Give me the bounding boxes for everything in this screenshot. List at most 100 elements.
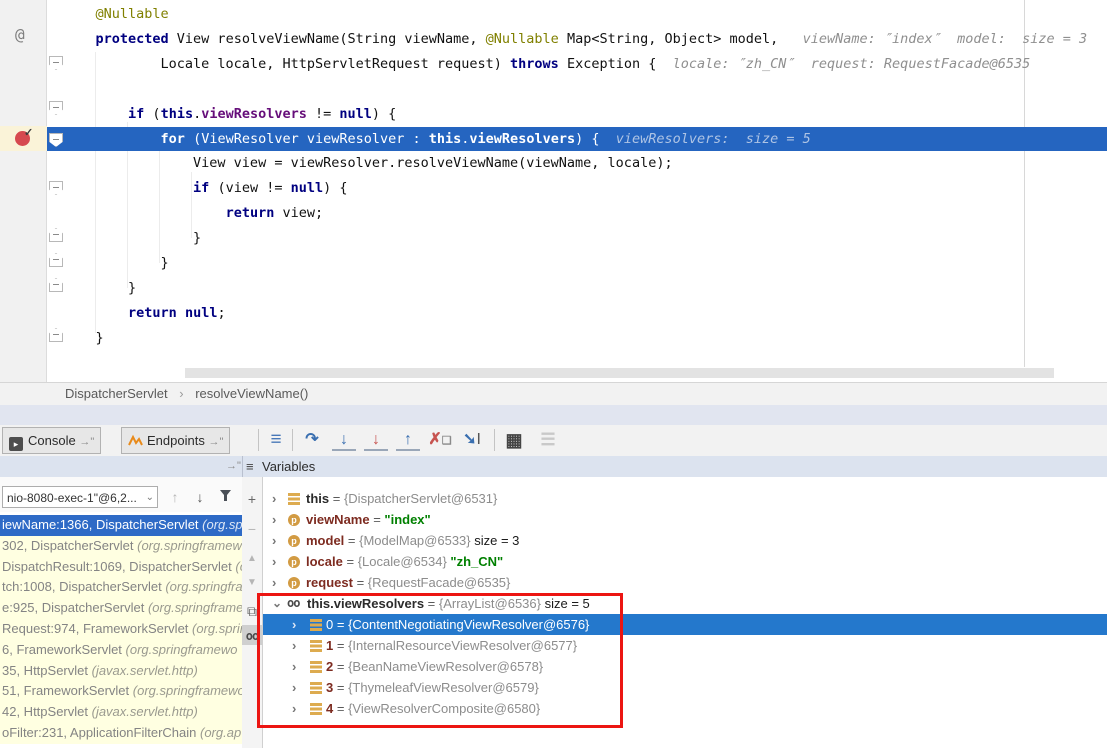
code-line: @Nullable xyxy=(63,2,1107,27)
fold-marker[interactable] xyxy=(49,328,63,342)
previous-frame-button[interactable]: ↑ xyxy=(165,486,185,508)
jump-to-endpoints-icon: →" xyxy=(208,436,223,448)
filter-frames-button[interactable] xyxy=(215,486,235,508)
expand-chevron-icon[interactable]: › xyxy=(292,698,296,719)
next-frame-button[interactable]: ↓ xyxy=(190,486,210,508)
show-watches-toggle[interactable]: oo xyxy=(242,625,262,645)
variable-text: 4 = {ViewResolverComposite@6580} xyxy=(326,698,540,719)
fold-marker[interactable] xyxy=(49,56,63,70)
drop-frame-x-icon: ✗ xyxy=(428,431,441,448)
code-line: View view = viewResolver.resolveViewName… xyxy=(63,151,1107,176)
force-step-into-button[interactable]: ↓ xyxy=(364,430,388,451)
stack-frame[interactable]: oFilter:231, ApplicationFilterChain (org… xyxy=(0,723,242,744)
code-line xyxy=(63,77,1107,102)
toolbar-separator xyxy=(292,429,293,451)
variable-row[interactable]: › this = {DispatcherServlet@6531} xyxy=(263,488,1107,509)
thread-selector-row: nio-8080-exec-1"@6,2... ⌄ ↑ ↓ xyxy=(0,477,242,512)
remove-watch-button[interactable]: − xyxy=(242,519,262,539)
parameter-icon: p xyxy=(288,535,300,547)
drop-frame-button[interactable]: ✗❏ xyxy=(428,428,452,452)
editor-gutter[interactable]: @ xyxy=(0,0,47,382)
scroll-up-button[interactable]: ▲ xyxy=(242,549,262,569)
array-element-row[interactable]: › 3 = {ThymeleafViewResolver@6579} xyxy=(263,677,1107,698)
array-element-row[interactable]: › 1 = {InternalResourceViewResolver@6577… xyxy=(263,635,1107,656)
stack-frame[interactable]: e:925, DispatcherServlet (org.springfram… xyxy=(0,598,242,619)
panel-header-row xyxy=(0,456,1107,478)
array-element-row[interactable]: › 4 = {ViewResolverComposite@6580} xyxy=(263,698,1107,719)
parameter-icon: p xyxy=(288,556,300,568)
add-watch-button[interactable]: + xyxy=(242,489,262,509)
expand-chevron-icon[interactable]: › xyxy=(292,614,296,635)
scroll-down-button[interactable]: ▼ xyxy=(242,573,262,593)
threads-view-icon[interactable]: ≡ xyxy=(264,428,288,452)
stack-frame-selected[interactable]: iewName:1366, DispatcherServlet (org.sp xyxy=(0,515,242,536)
endpoints-icon xyxy=(128,434,143,448)
breadcrumb-method[interactable]: resolveViewName() xyxy=(195,386,308,401)
run-to-cursor-button[interactable]: ➘I xyxy=(460,428,484,452)
code-line-execution: for (ViewResolver viewResolver : this.vi… xyxy=(63,127,1107,152)
tab-console[interactable]: ▸Console →" xyxy=(2,427,101,454)
code-line: } xyxy=(63,276,1107,301)
variable-text: this = {DispatcherServlet@6531} xyxy=(306,488,497,509)
step-into-button[interactable]: ↓ xyxy=(332,430,356,451)
stack-frame[interactable]: tch:1008, DispatcherServlet (org.springf… xyxy=(0,577,242,598)
fold-marker[interactable] xyxy=(49,278,63,292)
expand-chevron-icon[interactable]: › xyxy=(272,488,276,509)
breakpoint-verified-check-icon: ✓ xyxy=(24,126,33,139)
parameter-icon: p xyxy=(288,514,300,526)
expand-chevron-icon[interactable]: › xyxy=(292,656,296,677)
stack-frame[interactable]: DispatchResult:1069, DispatcherServlet (… xyxy=(0,557,242,578)
variable-row[interactable]: › p model = {ModelMap@6533} size = 3 xyxy=(263,530,1107,551)
thread-dropdown[interactable]: nio-8080-exec-1"@6,2... ⌄ xyxy=(2,486,158,508)
variable-row[interactable]: › p viewName = "index" xyxy=(263,509,1107,530)
breadcrumb: DispatcherServlet › resolveViewName() xyxy=(0,382,1107,406)
expand-chevron-icon[interactable]: › xyxy=(272,551,276,572)
duplicate-watch-button[interactable]: ⧉ xyxy=(242,601,262,621)
fold-marker[interactable] xyxy=(49,228,63,242)
collapse-chevron-icon[interactable]: ⌄ xyxy=(272,593,282,614)
expand-chevron-icon[interactable]: › xyxy=(292,635,296,656)
array-element-row[interactable]: › 2 = {BeanNameViewResolver@6578} xyxy=(263,656,1107,677)
stack-frame[interactable]: 51, FrameworkServlet (org.springframewo xyxy=(0,681,242,702)
variable-row[interactable]: › p request = {RequestFacade@6535} xyxy=(263,572,1107,593)
tab-endpoints[interactable]: Endpoints →" xyxy=(121,427,230,454)
step-out-button[interactable]: ↑ xyxy=(396,430,420,451)
variable-text: model = {ModelMap@6533} size = 3 xyxy=(306,530,519,551)
step-over-button[interactable]: ↷ xyxy=(300,428,324,452)
toolbar-separator xyxy=(494,429,495,451)
stack-frame[interactable]: 42, HttpServlet (javax.servlet.http) xyxy=(0,702,242,723)
console-icon: ▸ xyxy=(9,437,23,451)
fold-marker[interactable] xyxy=(49,181,63,195)
breadcrumb-class[interactable]: DispatcherServlet xyxy=(65,386,168,401)
debug-panel-top-band xyxy=(0,405,1107,425)
layout-settings-button[interactable]: ☰ xyxy=(536,428,560,452)
variable-row[interactable]: › p locale = {Locale@6534} "zh_CN" xyxy=(263,551,1107,572)
expand-chevron-icon[interactable]: › xyxy=(272,572,276,593)
variables-panel-icon: ≡ xyxy=(246,456,254,477)
watch-row-viewresolvers[interactable]: ⌄ oo this.viewResolvers = {ArrayList@653… xyxy=(263,593,1107,614)
object-icon xyxy=(310,682,322,694)
array-element-row-selected[interactable]: › 0 = {ContentNegotiatingViewResolver@65… xyxy=(263,614,1107,635)
frames-panel-pin-icon[interactable]: →" xyxy=(226,456,241,477)
fold-marker[interactable] xyxy=(49,253,63,267)
stack-frame[interactable]: 302, DispatcherServlet (org.springframew xyxy=(0,536,242,557)
breadcrumb-separator-icon: › xyxy=(179,386,183,401)
fold-marker[interactable] xyxy=(49,101,63,115)
expand-chevron-icon[interactable]: › xyxy=(292,677,296,698)
horizontal-scrollbar[interactable] xyxy=(185,368,1054,378)
thread-dropdown-value: nio-8080-exec-1"@6,2... xyxy=(7,491,137,505)
expand-chevron-icon[interactable]: › xyxy=(272,509,276,530)
variable-text: request = {RequestFacade@6535} xyxy=(306,572,510,593)
code-line: return null; xyxy=(63,301,1107,326)
object-icon xyxy=(310,703,322,715)
run-to-cursor-caret-icon: I xyxy=(476,431,480,448)
code-editor[interactable]: @ ✓ @Nullable protected View resolveView… xyxy=(0,0,1107,382)
stack-frame[interactable]: Request:974, FrameworkServlet (org.sprin xyxy=(0,619,242,640)
code-line: protected View resolveViewName(String vi… xyxy=(63,27,1107,52)
stack-frame[interactable]: 35, HttpServlet (javax.servlet.http) xyxy=(0,661,242,682)
expand-chevron-icon[interactable]: › xyxy=(272,530,276,551)
jump-to-console-icon: →" xyxy=(79,436,94,448)
stack-frame[interactable]: 6, FrameworkServlet (org.springframewo xyxy=(0,640,242,661)
evaluate-expression-button[interactable]: ▦ xyxy=(502,428,526,452)
code-line: Locale locale, HttpServletRequest reques… xyxy=(63,52,1107,77)
